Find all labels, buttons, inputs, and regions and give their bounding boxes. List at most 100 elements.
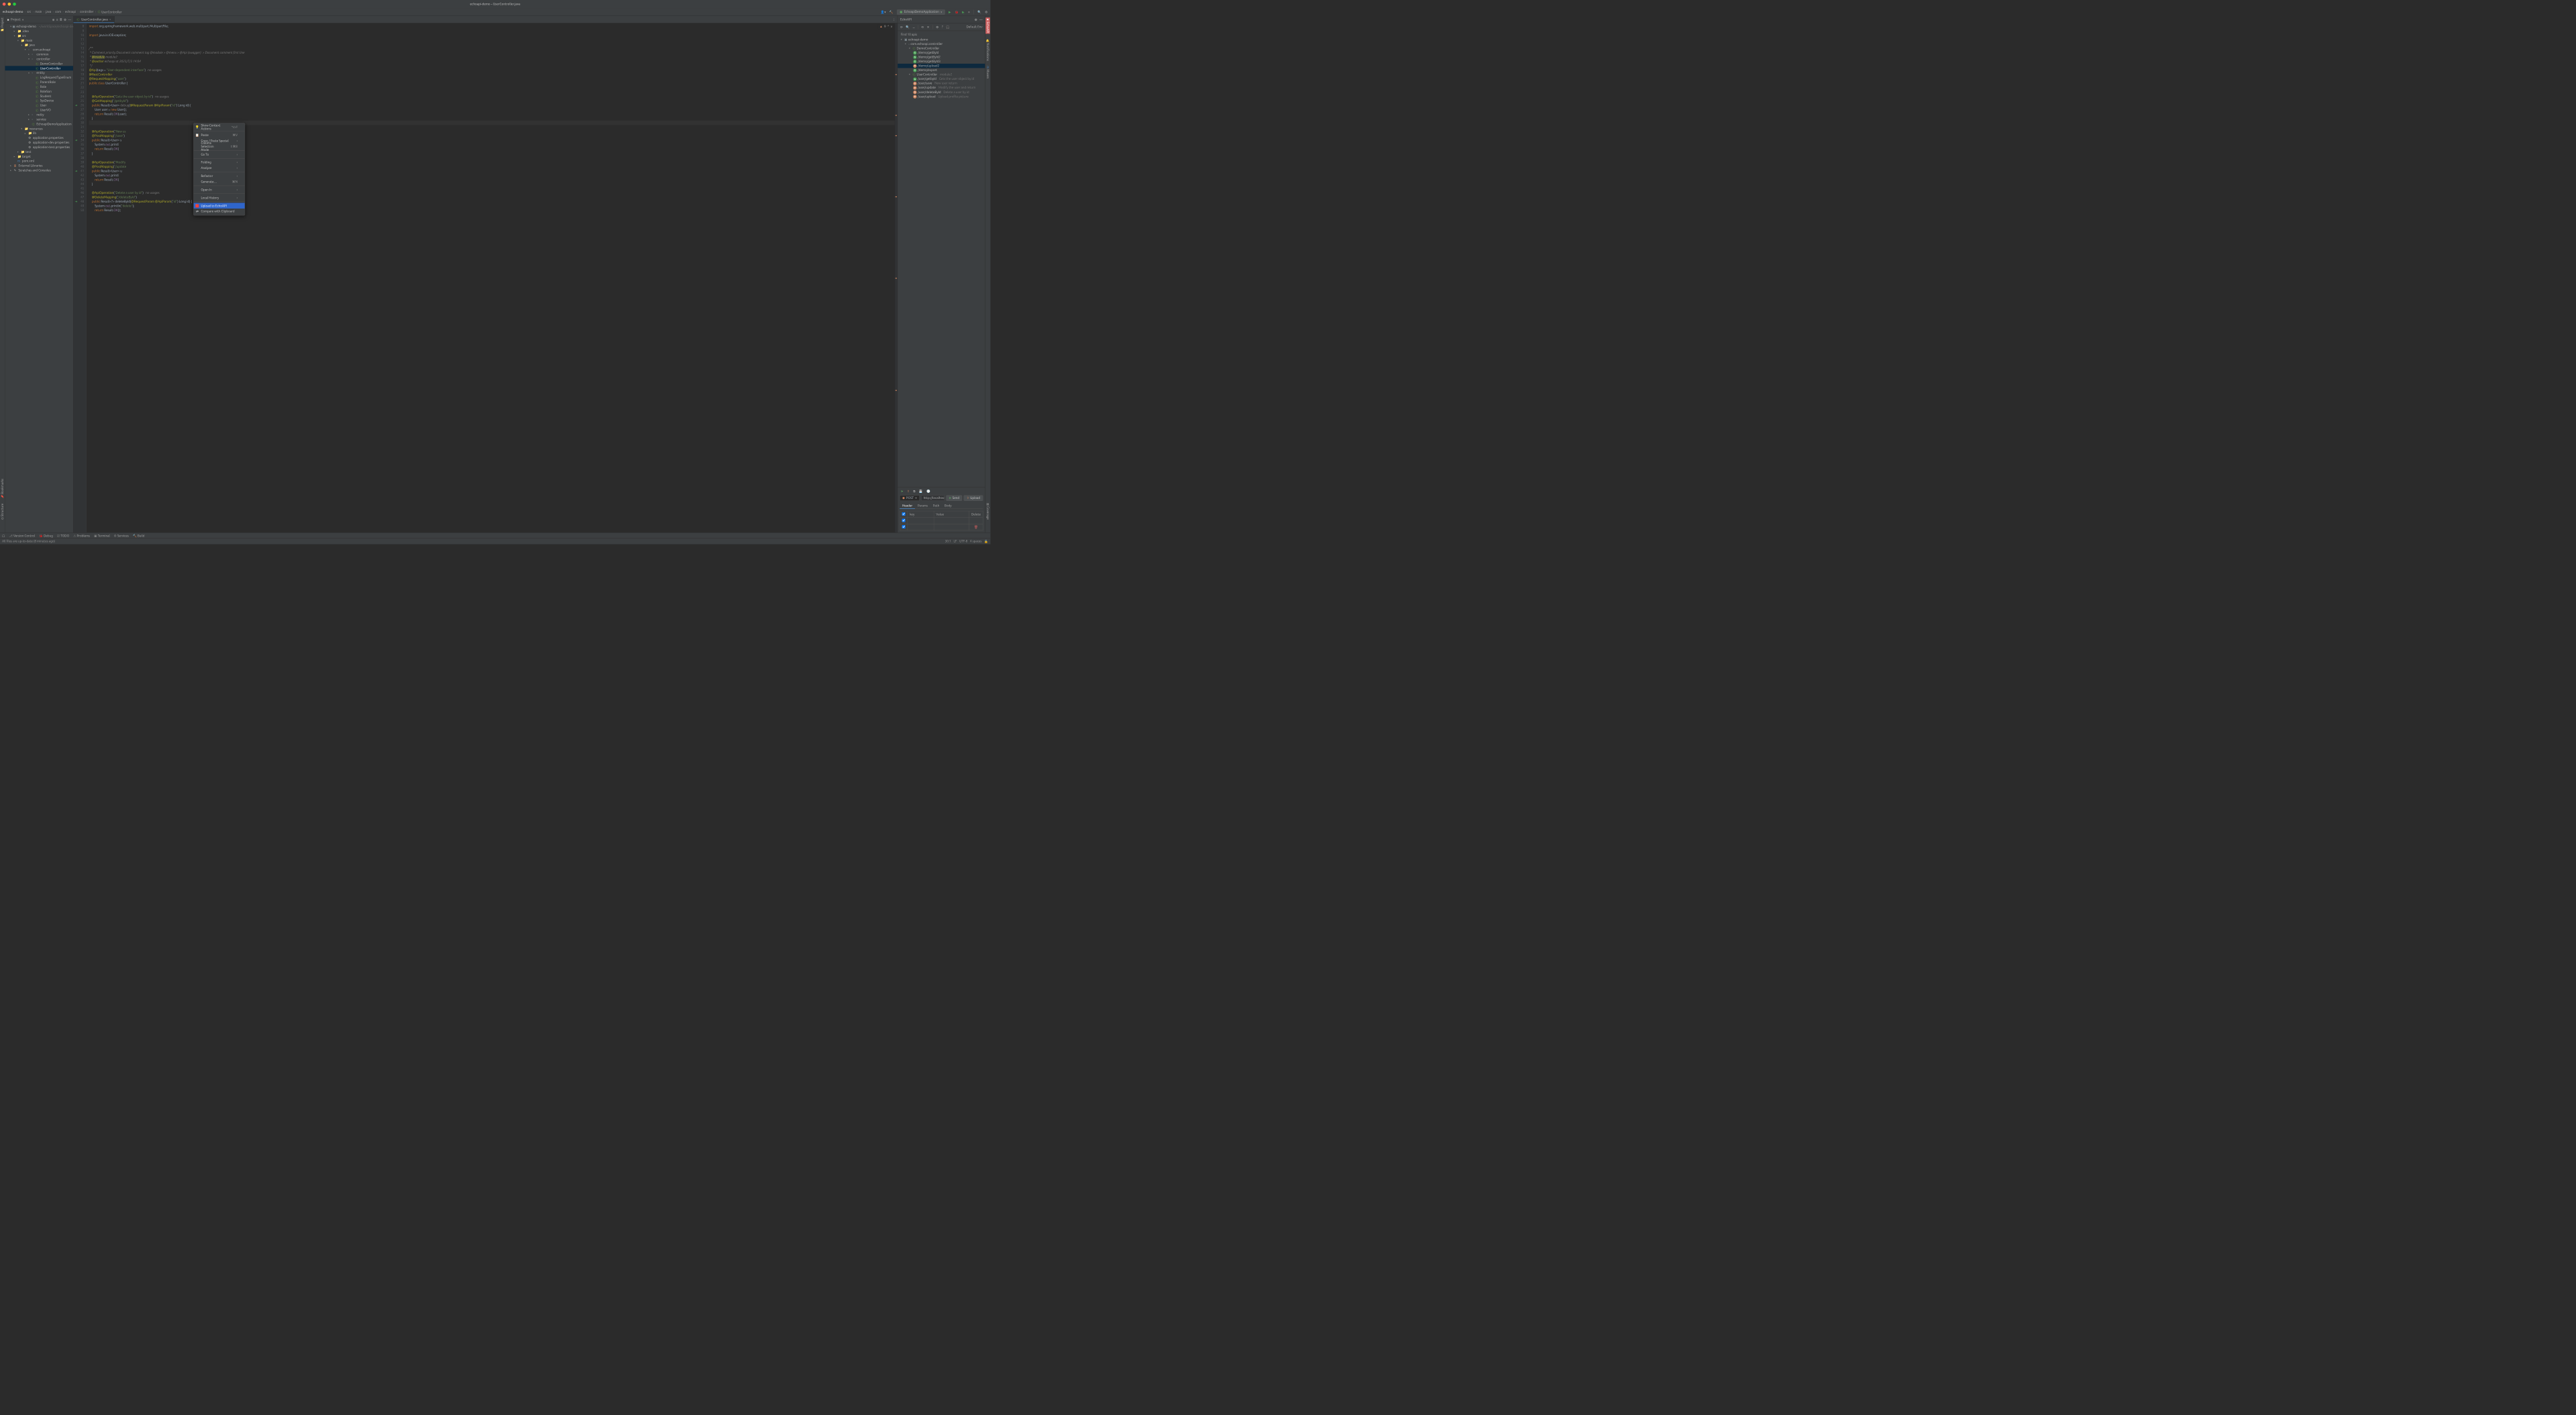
hide-icon[interactable]: — [68,18,71,21]
http-method-select[interactable]: POST▾ [900,495,920,500]
zoom-icon[interactable] [13,3,16,6]
code-content[interactable]: import org.springframework.web.multipart… [87,23,895,533]
tree-node[interactable]: ⒸUserController [5,66,73,70]
build-icon[interactable]: 🔨 [890,10,894,13]
tree-node[interactable]: ▾📁src [5,34,73,38]
history-icon[interactable]: 🕘 [926,490,930,493]
tree-node[interactable]: ⒸUser [5,103,73,108]
settings-icon[interactable]: ⚙ [985,10,987,13]
req-tab-params[interactable]: Params [915,503,930,508]
breadcrumb[interactable]: echoapi-demo›src›main›java›com›echoapi›c… [3,10,122,15]
clear-icon[interactable]: ✕ [927,25,930,28]
tree-node[interactable]: ▸📁.idea [5,29,73,34]
tree-node[interactable]: ⒸDemoController [5,61,73,66]
api-tree[interactable]: Find 10 apis ▾▣echoapi-demo▾▫com.echoapi… [898,31,985,487]
run-config-selector[interactable]: ⬢ EchoapiDemoApplication ▾ [897,9,945,15]
rail-coverage[interactable]: ▤ Coverage [986,502,989,520]
file-tree[interactable]: ▾▣echoapi-demo~/workSpace/echoapi-demo▸📁… [5,23,73,533]
rail-echoapi[interactable]: ■ EchoAPI [985,17,990,34]
filter-icon[interactable]: ⑉ [913,25,915,29]
editor-gutter[interactable]: 8910111213141516171819202122232425➜26272… [74,23,87,533]
panel-settings-icon[interactable]: ⚙ [975,17,977,21]
window-controls[interactable] [3,3,16,6]
ctx-generate-[interactable]: Generate…⌘N [194,179,245,184]
editor-context-menu[interactable]: 💡Show Context Actions⌥⏎📋Paste⌘VCopy / Pa… [193,123,245,215]
param-table[interactable]: keyValueDelete 🗑 [900,511,983,530]
tree-node[interactable]: ⒸEchoapiDemoApplication [5,121,73,126]
tree-node[interactable]: ⒸParentRole [5,80,73,84]
rail-notifications[interactable]: 🔔 Notifications [986,39,989,61]
users-icon[interactable]: 👤▾ [880,10,885,13]
tree-node[interactable]: ⒸUserVO [5,108,73,113]
tree-settings-icon[interactable]: ⚙ [64,17,66,21]
tree-node[interactable]: ▾▫controller [5,57,73,62]
ctx-analyze[interactable]: Analyze› [194,165,245,170]
debug-icon[interactable]: 🐞 [955,10,959,13]
indent[interactable]: 4 spaces [970,540,981,543]
refresh-icon[interactable]: ⟳ [900,25,903,28]
send-button[interactable]: ➤Send [946,495,962,500]
ctx-compare-with-clipboard[interactable]: ⇄Compare with Clipboard [194,209,245,214]
panel-hide-icon[interactable]: — [979,18,983,21]
tree-node[interactable]: ⒸStudent [5,94,73,99]
copy-icon[interactable]: ⧉ [913,490,915,493]
upload-req-icon[interactable]: ⇧ [907,490,910,493]
req-tab-header[interactable]: Header [900,503,915,509]
stop-icon[interactable]: ■ [968,10,970,13]
env-selector[interactable]: Default Env [966,25,982,29]
upload-button[interactable]: ⇧Upload [964,495,983,500]
minimize-icon[interactable] [8,3,11,6]
line-sep[interactable]: LF [953,540,957,543]
bottom-debug[interactable]: 🐞 Debug [39,534,53,537]
search-icon[interactable]: 🔍 [977,10,981,13]
bottom-terminal[interactable]: ▣ Terminal [94,534,109,537]
bottom-problems[interactable]: ⚠ Problems [73,534,90,537]
tree-node[interactable]: mpom.xml [5,159,73,164]
encoding[interactable]: UTF-8 [959,540,967,543]
search-icon[interactable]: 🔍 [906,25,910,28]
close-tab-icon[interactable]: × [109,18,111,21]
tree-node[interactable]: ▸📁test [5,150,73,154]
select-opened-icon[interactable]: ⊕ [52,17,55,21]
tab-usercontroller[interactable]: Ⓒ UserController.java × [74,16,115,23]
tree-node[interactable]: ⒸSysDevice [5,99,73,103]
ctx-show-context-actions[interactable]: 💡Show Context Actions⌥⏎ [194,124,245,129]
expand-all-icon[interactable]: ≡ [56,17,58,21]
bottom-services[interactable]: ⚙ Services [114,534,129,537]
tree-node[interactable]: ▾▣echoapi-demo~/workSpace/echoapi-demo [5,24,73,29]
tabs-menu-icon[interactable]: ⋮ [890,17,898,21]
row-checkbox[interactable] [902,518,906,522]
bottom-version-control[interactable]: ⎇ Version Control [9,534,36,537]
req-tab-body[interactable]: Body [942,503,954,508]
tree-node[interactable]: ⒸLogRequestTypeEnum [5,75,73,80]
req-tab-path[interactable]: Path [930,503,942,508]
tree-node[interactable]: ▾📁resources [5,126,73,131]
ctx-column-selection-mode[interactable]: Column Selection Mode⇧⌘8 [194,144,245,149]
tree-node[interactable]: ▾▫com.echoapi [5,48,73,52]
url-input[interactable]: http://localhost:8083/ [921,495,945,500]
collapse-all-icon[interactable]: ≣ [60,17,62,21]
readonly-icon[interactable]: 🔓 [984,539,988,543]
ctx-go-to[interactable]: Go To› [194,152,245,157]
tree-node[interactable]: ⒸRoleSon [5,89,73,94]
ctx-refactor[interactable]: Refactor› [194,173,245,178]
tree-node[interactable]: ▾📁main [5,38,73,43]
tree-node[interactable]: ▸📁target [5,154,73,159]
tree-node[interactable]: ⚙application-dev.properties [5,140,73,145]
run-icon[interactable]: ▶ [949,10,951,13]
bottom-build[interactable]: 🔨 Build [133,534,144,537]
coverage-icon[interactable]: ▶̤ [962,10,965,13]
ctx-paste[interactable]: 📋Paste⌘V [194,132,245,137]
ctx-local-history[interactable]: Local History› [194,195,245,201]
tree-node[interactable]: ▸✎Scratches and Consoles [5,168,73,173]
close-icon[interactable] [3,3,6,6]
tree-node[interactable]: ⒸRole [5,84,73,89]
tree-node[interactable]: ▸▫common [5,52,73,57]
rail-structure[interactable]: ⌬ Structure [1,504,4,520]
tree-node[interactable]: ▸📁lib [5,131,73,135]
ctx-folding[interactable]: Folding› [194,160,245,165]
send-req-icon[interactable]: ➤ [901,490,904,493]
tree-node[interactable]: ⚙application.properties [5,135,73,140]
inspection-widget[interactable]: ▲9 ^v [878,24,894,29]
rail-project[interactable]: 📁 Project [1,17,4,32]
